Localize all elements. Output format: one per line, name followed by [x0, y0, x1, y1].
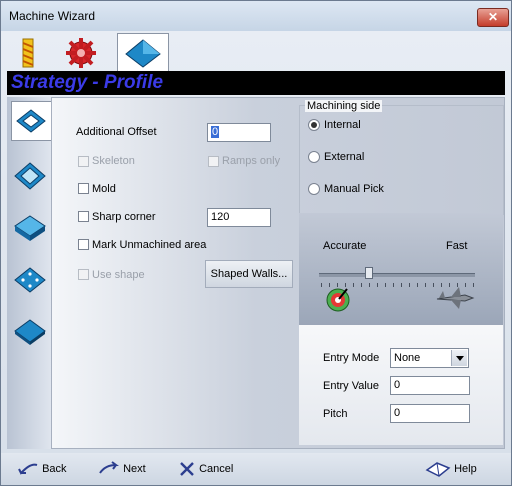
face-strategy-icon	[14, 215, 46, 241]
gear-icon	[66, 38, 96, 68]
slider-tick	[393, 283, 394, 287]
skeleton-checkbox[interactable]	[78, 156, 89, 167]
entry-mode-label: Entry Mode	[323, 352, 380, 364]
next-button[interactable]: Next	[98, 455, 146, 483]
cancel-x-icon	[180, 462, 194, 476]
additional-offset-value: 0	[211, 126, 220, 138]
mold-label: Mold	[92, 183, 116, 195]
strategy-plane-button[interactable]	[11, 313, 49, 351]
additional-offset-label: Additional Offset	[76, 126, 157, 138]
external-radio[interactable]	[308, 151, 320, 163]
slider-tick	[377, 283, 378, 287]
tab-parameters[interactable]	[59, 35, 103, 71]
page-title: Strategy - Profile	[11, 72, 164, 93]
strategy-pocket-button[interactable]	[11, 157, 49, 195]
slider-tick	[425, 283, 426, 287]
help-label: Help	[454, 463, 477, 475]
chevron-down-icon[interactable]	[451, 350, 467, 366]
pitch-label: Pitch	[323, 408, 348, 420]
manual-pick-label: Manual Pick	[324, 183, 384, 195]
manual-pick-radio[interactable]	[308, 183, 320, 195]
strategy-drill-button[interactable]	[11, 261, 49, 299]
slider-tick	[369, 283, 370, 287]
slider-tick	[417, 283, 418, 287]
accuracy-slider-thumb[interactable]	[364, 267, 373, 279]
accurate-label: Accurate	[323, 240, 367, 252]
mark-unmachined-label: Mark Unmachined area	[92, 239, 207, 251]
shaped-walls-button[interactable]: Shaped Walls...	[205, 260, 293, 288]
use-shape-label: Use shape	[92, 269, 145, 281]
back-arrow-icon	[18, 463, 38, 475]
slider-tick	[409, 283, 410, 287]
drill-strategy-icon	[14, 267, 46, 293]
fast-label: Fast	[446, 240, 468, 252]
sharp-corner-field[interactable]: 120	[207, 208, 271, 227]
jet-icon	[436, 287, 475, 309]
additional-offset-field[interactable]: 0	[207, 123, 271, 142]
plane-strategy-icon	[14, 319, 46, 345]
drill-bit-icon	[22, 38, 34, 68]
help-book-icon	[425, 462, 451, 477]
machine-wizard-window: Machine Wizard ✕ Strategy - Profile Addi…	[0, 0, 512, 486]
entry-value-field[interactable]: 0	[390, 376, 470, 395]
strategy-profile-button[interactable]	[11, 101, 54, 141]
mark-unmachined-checkbox[interactable]	[78, 239, 89, 250]
cancel-button[interactable]: Cancel	[178, 455, 233, 483]
cancel-label: Cancel	[199, 463, 234, 475]
profile-strategy-icon	[16, 109, 46, 133]
tab-tool[interactable]	[11, 35, 45, 71]
entry-mode-select[interactable]: None	[390, 348, 469, 368]
help-button[interactable]: Help	[425, 455, 477, 483]
slider-tick	[401, 283, 402, 287]
pitch-field[interactable]: 0	[390, 404, 470, 423]
ramps-only-checkbox[interactable]	[208, 156, 219, 167]
sharp-corner-checkbox[interactable]	[78, 211, 89, 222]
strategy-face-button[interactable]	[11, 209, 49, 247]
tab-strategy[interactable]	[117, 33, 169, 74]
strategy-sidebar	[7, 97, 54, 449]
ramps-only-label: Ramps only	[222, 155, 281, 167]
internal-label: Internal	[324, 119, 361, 131]
use-shape-checkbox[interactable]	[78, 269, 89, 280]
pocket-strategy-icon	[14, 162, 46, 190]
slider-tick	[433, 283, 434, 287]
entry-value-label: Entry Value	[323, 380, 380, 392]
strategy-diamond-icon	[125, 39, 161, 68]
machining-side-legend: Machining side	[305, 100, 383, 112]
slider-tick	[361, 283, 362, 287]
close-button[interactable]: ✕	[477, 8, 509, 27]
back-label: Back	[42, 463, 67, 475]
target-icon	[326, 288, 350, 312]
slider-tick	[385, 283, 386, 287]
entry-mode-value: None	[394, 352, 421, 364]
next-arrow-icon	[99, 461, 119, 474]
accuracy-slider-track[interactable]	[319, 273, 475, 277]
back-button[interactable]: Back	[17, 455, 67, 483]
external-label: External	[324, 151, 365, 163]
window-title: Machine Wizard	[9, 9, 96, 23]
internal-radio[interactable]	[308, 119, 320, 131]
sharp-corner-label: Sharp corner	[92, 211, 156, 223]
title-bar: Machine Wizard ✕	[1, 1, 511, 31]
mold-checkbox[interactable]	[78, 183, 89, 194]
skeleton-label: Skeleton	[92, 155, 135, 167]
next-label: Next	[123, 463, 146, 475]
